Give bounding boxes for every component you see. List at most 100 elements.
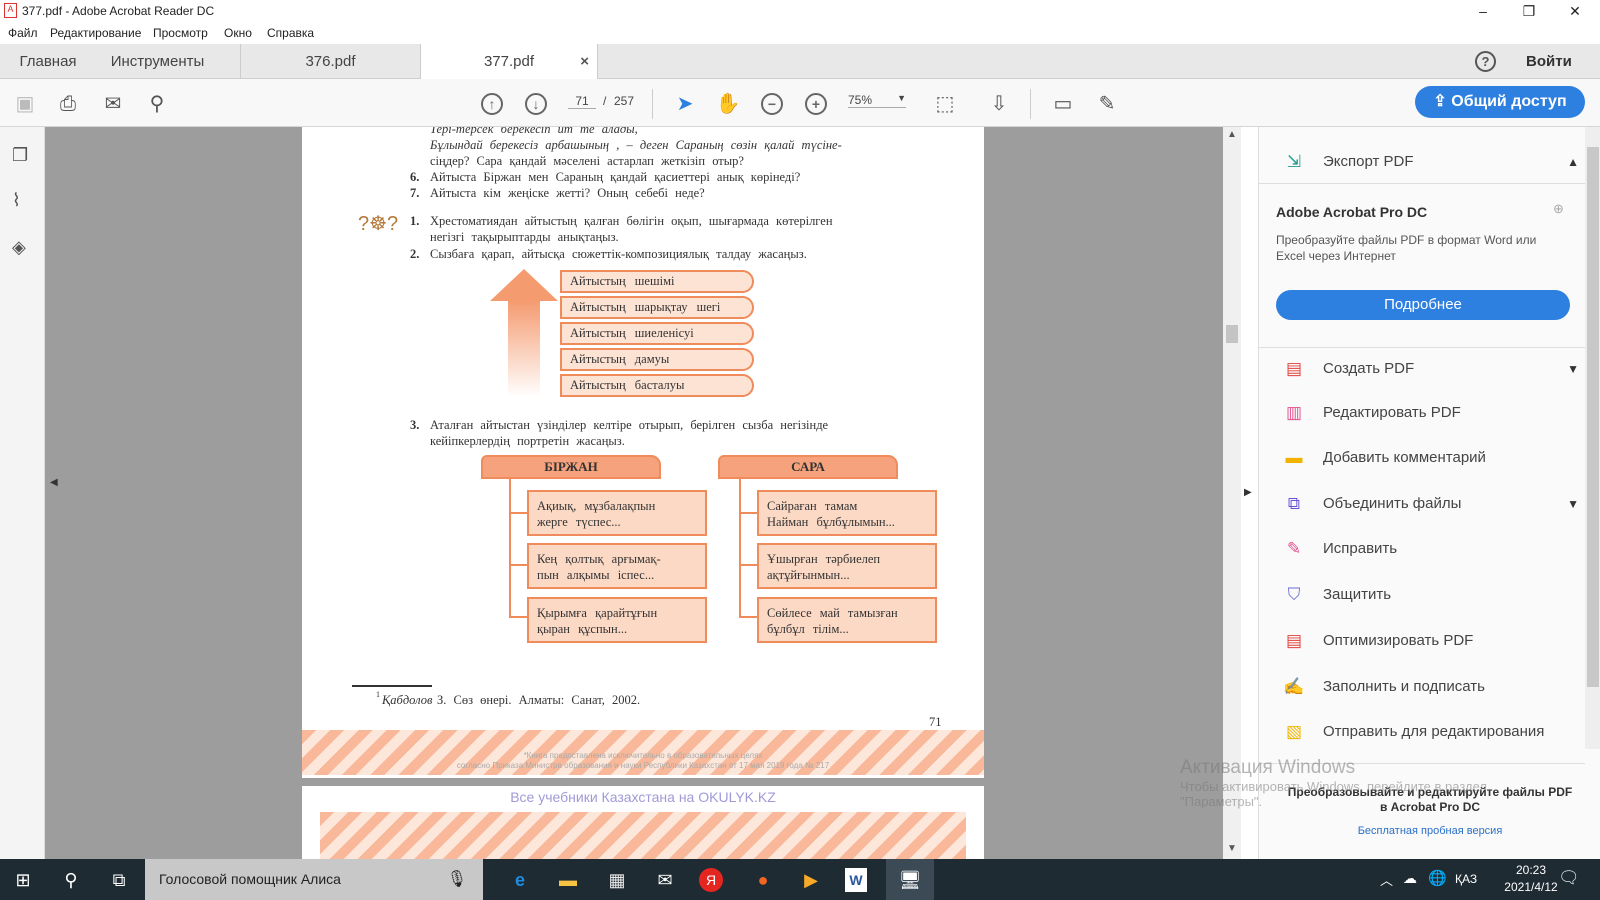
menu-help[interactable]: Справка xyxy=(267,26,314,40)
sara-quote: Сайраған тамам Найман бұлбұлымын... xyxy=(757,490,937,536)
close-window-button[interactable]: ✕ xyxy=(1552,0,1598,22)
show-hidden-icons-chevron[interactable]: ︿ xyxy=(1380,870,1393,889)
previous-page-icon[interactable]: ↑ xyxy=(481,93,503,115)
active-app-slot[interactable]: 🖥 xyxy=(886,859,934,900)
taskbar: ⊞ ⚲ ⧉ Голосовой помощник Алиса 🎙 e ▬ ▦ ✉… xyxy=(0,859,1600,900)
minimize-button[interactable]: – xyxy=(1460,0,1506,22)
scroll-mode-icon[interactable]: ⇩ xyxy=(986,91,1012,117)
tool-comment[interactable]: ▬ Добавить комментарий xyxy=(1283,445,1583,471)
mail-icon[interactable]: ✉ xyxy=(650,865,680,895)
tool-label: Исправить xyxy=(1323,540,1398,557)
export-pdf-header[interactable]: ⇲ Экспорт PDF ▲ xyxy=(1283,149,1583,175)
hand-tool-icon[interactable]: ✋ xyxy=(715,91,741,117)
windows-start-icon[interactable]: ⊞ xyxy=(8,865,38,895)
tool-label: Оптимизировать PDF xyxy=(1323,632,1474,649)
email-icon[interactable]: ✉ xyxy=(100,91,126,117)
file-explorer-icon[interactable]: ▬ xyxy=(553,865,583,895)
tool-fix[interactable]: ✎ Исправить xyxy=(1283,536,1583,562)
ornament-border xyxy=(320,812,966,859)
zoom-select[interactable]: 75% ▼ xyxy=(848,93,906,108)
print-icon[interactable]: ⎙ xyxy=(55,91,81,117)
scroll-up-icon[interactable]: ▲ xyxy=(1227,129,1237,140)
chevron-down-icon[interactable]: ▼ xyxy=(1567,356,1579,382)
menu-edit[interactable]: Редактирование xyxy=(50,26,141,40)
microphone-muted-icon[interactable]: 🎙 xyxy=(447,859,467,900)
tab-376-pdf[interactable]: 376.pdf xyxy=(240,44,420,79)
layers-icon[interactable]: ◈ xyxy=(12,237,26,258)
text-line: Бұлындай берекесіз арбашының , – деген С… xyxy=(430,138,842,152)
clock-time[interactable]: 20:23 xyxy=(1501,863,1561,877)
media-player-icon[interactable]: ▶ xyxy=(796,865,826,895)
tool-combine-files[interactable]: ⧉ Объединить файлы ▼ xyxy=(1283,491,1583,517)
tab-label: 377.pdf xyxy=(483,53,535,70)
scroll-down-icon[interactable]: ▼ xyxy=(1227,843,1237,854)
birzhan-quote: Кең қолтық арғымақ-пын алқымы іспес... xyxy=(527,543,707,589)
promo-description: Преобразуйте файлы PDF в формат Word или xyxy=(1276,233,1537,247)
tool-label: Редактировать PDF xyxy=(1323,404,1461,421)
edge-browser-icon[interactable]: e xyxy=(505,865,535,895)
task-view-icon[interactable]: ⧉ xyxy=(104,865,134,895)
chevron-down-icon[interactable]: ▼ xyxy=(1567,491,1579,517)
comment-icon[interactable]: ▭ xyxy=(1050,91,1076,117)
help-icon[interactable]: ? xyxy=(1475,51,1496,72)
free-trial-link[interactable]: Бесплатная пробная версия xyxy=(1259,825,1600,837)
learn-more-button[interactable]: Подробнее xyxy=(1276,290,1570,320)
online-service-icon: ⊕ xyxy=(1553,201,1564,216)
send-review-icon: ▧ xyxy=(1285,722,1303,741)
notifications-icon[interactable]: 🗨 xyxy=(1558,868,1580,888)
upsell-title: Преобразовывайте и редактируйте файлы PD… xyxy=(1287,785,1573,799)
collapse-left-pane-icon[interactable]: ◀ xyxy=(50,477,58,488)
stage-box: Айтыстың басталуы xyxy=(560,374,754,397)
page-number-input[interactable]: 71 xyxy=(568,94,596,109)
question-6: Айтыста Біржан мен Сараның қандай қасиет… xyxy=(430,170,801,184)
fit-page-icon[interactable]: ⬚ xyxy=(932,91,958,117)
tool-label: Создать PDF xyxy=(1323,360,1415,377)
menu-view[interactable]: Просмотр xyxy=(153,26,208,40)
tab-tools[interactable]: Инструменты xyxy=(100,44,215,79)
input-language[interactable]: ҚАЗ xyxy=(1455,872,1477,886)
menu-window[interactable]: Окно xyxy=(224,26,252,40)
tool-label: Объединить файлы xyxy=(1323,495,1462,512)
tool-optimize-pdf[interactable]: ▤ Оптимизировать PDF xyxy=(1283,628,1583,654)
search-icon[interactable]: ⚲ xyxy=(144,91,170,117)
tool-fill-sign[interactable]: ✍ Заполнить и подписать xyxy=(1283,674,1583,700)
tool-protect-shield[interactable]: ⛉ Защитить xyxy=(1283,582,1583,608)
document-scrollbar[interactable]: ▲ ▼ xyxy=(1223,127,1241,859)
zoom-in-icon[interactable]: + xyxy=(805,93,827,115)
left-navigation-rail: ❐ ⌇ ◈ xyxy=(0,127,45,859)
tool-send-review[interactable]: ▧ Отправить для редактирования xyxy=(1283,719,1583,745)
origin-icon[interactable]: ● xyxy=(748,865,778,895)
fix-icon: ✎ xyxy=(1286,539,1302,558)
onedrive-sync-icon[interactable]: ☁ xyxy=(1403,870,1417,887)
tools-pane-scrollbar[interactable] xyxy=(1585,127,1600,749)
close-tab-icon[interactable]: × xyxy=(580,44,589,79)
expand-right-pane-icon[interactable]: ▶ xyxy=(1244,487,1252,498)
attachments-icon[interactable]: ⌇ xyxy=(12,190,21,211)
network-globe-icon[interactable]: 🌐 xyxy=(1428,869,1447,887)
tool-create-pdf[interactable]: ▤ Создать PDF ▼ xyxy=(1283,356,1583,382)
yandex-browser-icon[interactable]: Я xyxy=(699,868,723,892)
search-icon[interactable]: ⚲ xyxy=(56,865,86,895)
alice-voice-assistant-input[interactable]: Голосовой помощник Алиса 🎙 xyxy=(145,859,483,900)
scroll-thumb[interactable] xyxy=(1226,325,1238,343)
sign-in-button[interactable]: Войти xyxy=(1526,53,1572,70)
highlight-pen-icon[interactable]: ✎ xyxy=(1094,91,1120,117)
restore-button[interactable]: ❐ xyxy=(1506,0,1552,22)
next-page-icon[interactable]: ↓ xyxy=(525,93,547,115)
page-thumbnails-icon[interactable]: ❐ xyxy=(12,145,28,166)
select-cursor-icon[interactable]: ➤ xyxy=(672,91,698,117)
okulyk-banner[interactable]: Все учебники Казахстана на OKULYK.KZ xyxy=(302,789,984,805)
zoom-out-icon[interactable]: − xyxy=(761,93,783,115)
word-icon[interactable]: W xyxy=(845,868,867,892)
page-separator: / xyxy=(603,94,607,108)
share-button[interactable]: ⇪ Общий доступ xyxy=(1415,86,1585,118)
tab-home[interactable]: Главная xyxy=(8,44,88,79)
save-icon[interactable]: ▣ xyxy=(12,91,38,117)
microsoft-store-icon[interactable]: ▦ xyxy=(602,865,632,895)
tab-377-pdf[interactable]: 377.pdf × xyxy=(420,44,598,80)
tool-label: Заполнить и подписать xyxy=(1323,678,1485,695)
tool-edit-pdf[interactable]: ▥ Редактировать PDF xyxy=(1283,400,1583,426)
export-pdf-icon: ⇲ xyxy=(1286,152,1302,171)
menu-file[interactable]: Файл xyxy=(8,26,38,40)
document-viewport[interactable]: ◀ Тері-терсек берекесіп ит те алады, Бұл… xyxy=(45,127,1223,859)
